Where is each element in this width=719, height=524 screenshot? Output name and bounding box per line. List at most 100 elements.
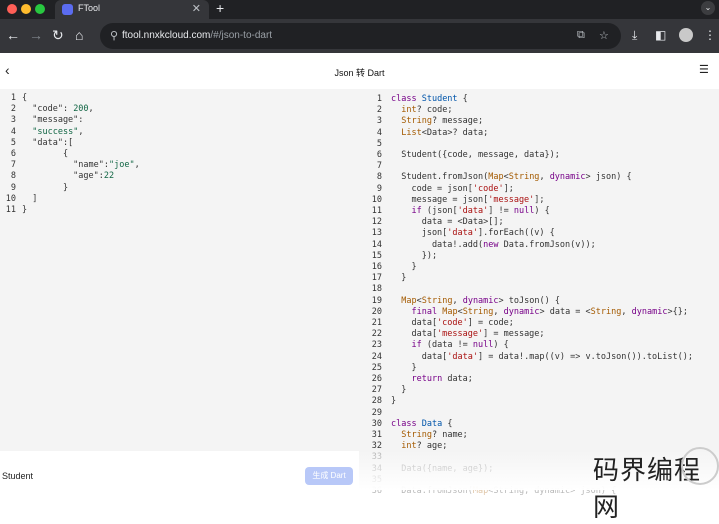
- code-token: 'message': [488, 194, 535, 205]
- code-token: 200: [73, 104, 89, 115]
- window-minimize-dot[interactable]: [21, 4, 31, 14]
- tab-close-icon[interactable]: ✕: [192, 2, 201, 15]
- bookmark-star-icon[interactable]: ☆: [599, 29, 609, 42]
- line-number: 7: [10, 160, 16, 171]
- code-token: ] !=: [488, 206, 514, 216]
- code-line[interactable]: return data;: [391, 374, 472, 385]
- download-icon[interactable]: ⤓: [632, 28, 637, 43]
- line-number: 9: [376, 183, 382, 194]
- line-number: 30: [371, 418, 382, 429]
- code-line[interactable]: }: [22, 205, 27, 216]
- site-info-icon[interactable]: ⚲: [110, 29, 118, 42]
- line-number: 12: [371, 217, 382, 228]
- code-line[interactable]: class Student {: [391, 94, 468, 105]
- code-line[interactable]: Student.fromJson(Map<String, dynamic> js…: [391, 172, 631, 183]
- code-line[interactable]: ]: [22, 194, 37, 205]
- tab-search-chevron-icon[interactable]: ⌄: [701, 1, 715, 15]
- code-line[interactable]: "name":"joe",: [22, 160, 140, 171]
- home-icon[interactable]: ⌂: [75, 27, 83, 43]
- menu-icon[interactable]: ☰: [699, 63, 709, 76]
- code-line[interactable]: Map<String, dynamic> toJson() {: [391, 296, 560, 307]
- code-line[interactable]: }: [391, 363, 416, 374]
- line-number: 31: [371, 430, 382, 440]
- more-menu-icon[interactable]: ⋮: [704, 28, 716, 42]
- code-line[interactable]: data['data'] = data!.map((v) => v.toJson…: [391, 352, 693, 363]
- window-close-dot[interactable]: [7, 4, 17, 14]
- line-number: 22: [371, 329, 382, 340]
- watermark-logo: [681, 447, 719, 485]
- json-input-editor[interactable]: 1 {2 "code": 200, 3 "message": 4 "success",…: [0, 89, 359, 451]
- line-number: 18: [371, 284, 382, 295]
- code-line[interactable]: {: [22, 93, 27, 104]
- code-line[interactable]: data['code'] = code;: [391, 318, 513, 329]
- code-line[interactable]: class Data {: [391, 419, 452, 430]
- dart-output-editor[interactable]: 1 class Student {2 int? code; 3 String? me…: [359, 89, 719, 496]
- code-token: String: [401, 116, 432, 127]
- line-number: 15: [371, 250, 382, 261]
- code-line[interactable]: String? name;: [391, 430, 468, 441]
- forward-arrow-icon[interactable]: →: [29, 27, 43, 43]
- code-line[interactable]: List<Data>? data;: [391, 128, 488, 139]
- code-line[interactable]: });: [391, 251, 437, 262]
- browser-tab-ftool[interactable]: FTool ✕: [55, 0, 209, 19]
- code-token: code = json[: [391, 183, 473, 194]
- code-line[interactable]: "code": 200,: [22, 104, 93, 115]
- code-token: >{};: [667, 306, 688, 317]
- code-line[interactable]: String? message;: [391, 116, 483, 127]
- code-line[interactable]: data['message'] = message;: [391, 329, 544, 340]
- code-token: ] = data!.map((v) => v.toJson()).toList(…: [478, 351, 693, 362]
- line-number: 29: [371, 407, 382, 418]
- code-line[interactable]: Student({code, message, data});: [391, 150, 560, 161]
- code-line[interactable]: {: [22, 149, 68, 160]
- code-line[interactable]: "message":: [22, 115, 83, 126]
- side-panel-icon[interactable]: ◧: [655, 28, 666, 42]
- code-token: String: [401, 430, 432, 440]
- code-token: (json[: [421, 206, 458, 216]
- code-line[interactable]: }: [391, 262, 416, 273]
- address-bar[interactable]: ⚲ ftool.nnxkcloud.com/#/json-to-dart ⧉ ☆: [100, 23, 621, 49]
- class-name-label[interactable]: Student: [2, 471, 33, 481]
- code-token: ,: [78, 126, 84, 137]
- code-line[interactable]: json['data'].forEach((v) {: [391, 228, 555, 239]
- code-line[interactable]: }: [391, 273, 406, 284]
- code-token: dynamic: [631, 306, 668, 317]
- window-zoom-dot[interactable]: [35, 4, 45, 14]
- code-line[interactable]: final Map<String, dynamic> data = <Strin…: [391, 306, 688, 318]
- profile-avatar[interactable]: [679, 28, 693, 42]
- back-arrow-icon[interactable]: ←: [6, 27, 20, 43]
- cast-icon[interactable]: ⧉: [577, 29, 585, 42]
- code-token: data!.add(: [391, 239, 484, 250]
- code-line[interactable]: message = json['message'];: [391, 194, 544, 206]
- code-line[interactable]: "age":22: [22, 171, 114, 182]
- generate-dart-button[interactable]: 生成 Dart: [305, 467, 353, 485]
- code-line[interactable]: code = json['code'];: [391, 183, 513, 195]
- url-text[interactable]: ftool.nnxkcloud.com/#/json-to-dart: [122, 30, 272, 41]
- code-line[interactable]: }: [22, 183, 68, 194]
- line-number: 11: [5, 205, 16, 215]
- code-line[interactable]: if (data != null) {: [391, 340, 508, 351]
- line-number: 20: [371, 306, 382, 317]
- url-host: ftool.nnxkcloud.com: [122, 30, 211, 41]
- code-token: List: [401, 127, 422, 138]
- code-line[interactable]: data!.add(new Data.fromJson(v));: [391, 240, 596, 251]
- code-line[interactable]: "data":[: [22, 138, 73, 149]
- reload-icon[interactable]: ↻: [52, 27, 64, 43]
- code-line[interactable]: int? code;: [391, 105, 452, 116]
- code-token: ,: [539, 172, 550, 183]
- code-line[interactable]: if (json['data'] != null) {: [391, 206, 550, 217]
- new-tab-button[interactable]: +: [216, 0, 224, 16]
- code-line[interactable]: "success",: [22, 127, 83, 138]
- code-line[interactable]: data = <Data>[];: [391, 217, 504, 228]
- code-token: new: [483, 239, 499, 250]
- code-token: String: [508, 172, 540, 183]
- code-line[interactable]: }: [391, 396, 396, 407]
- code-token: }: [22, 182, 69, 193]
- code-token: ) {: [534, 206, 550, 216]
- code-line[interactable]: }: [391, 385, 406, 396]
- code-token: dynamic: [549, 172, 586, 183]
- line-number: 17: [371, 273, 382, 284]
- line-number: 1: [376, 94, 382, 104]
- code-token: }: [391, 396, 397, 407]
